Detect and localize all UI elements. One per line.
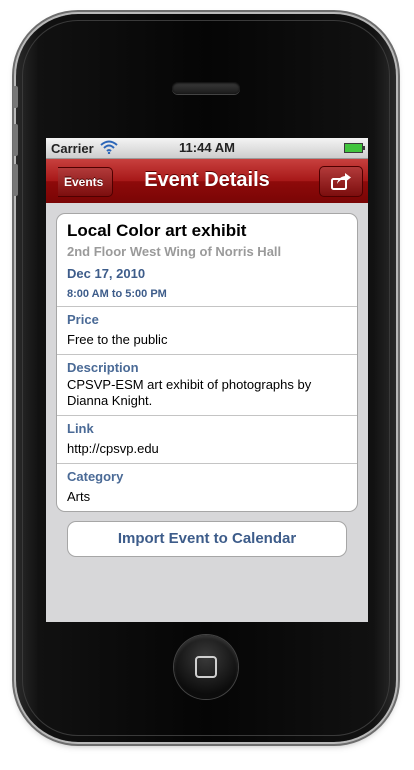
content-area: Local Color art exhibit 2nd Floor West W… <box>46 203 368 622</box>
event-header-cell: Local Color art exhibit 2nd Floor West W… <box>57 214 357 306</box>
battery-icon <box>344 143 365 153</box>
link-label: Link <box>67 421 94 436</box>
mute-switch <box>13 86 18 108</box>
import-event-button[interactable]: Import Event to Calendar <box>67 521 347 557</box>
status-bar: Carrier 11:44 AM <box>46 138 368 159</box>
price-label: Price <box>67 312 99 327</box>
link-value[interactable]: http://cpsvp.edu <box>67 441 347 457</box>
price-cell: Price Free to the public <box>57 306 357 354</box>
description-cell: Description CPSVP-ESM art exhibit of pho… <box>57 354 357 415</box>
earpiece-speaker <box>172 82 240 94</box>
share-button[interactable] <box>319 166 363 197</box>
home-button[interactable] <box>174 635 238 699</box>
price-value: Free to the public <box>67 332 168 347</box>
status-time: 11:44 AM <box>179 140 235 155</box>
description-value: CPSVP-ESM art exhibit of photographs by … <box>67 377 312 408</box>
event-title: Local Color art exhibit <box>67 221 247 240</box>
event-location: 2nd Floor West Wing of Norris Hall <box>67 244 282 259</box>
volume-up-button <box>13 124 18 156</box>
category-cell: Category Arts <box>57 463 357 511</box>
event-time: 8:00 AM to 5:00 PM <box>67 288 167 300</box>
share-icon <box>330 171 352 196</box>
screen: Carrier 11:44 AM Events Event Details Lo… <box>46 138 368 622</box>
volume-down-button <box>13 164 18 196</box>
description-label: Description <box>67 360 139 375</box>
home-button-icon <box>195 656 217 678</box>
event-date: Dec 17, 2010 <box>67 266 146 281</box>
event-details-group: Local Color art exhibit 2nd Floor West W… <box>56 213 358 512</box>
category-value: Arts <box>67 489 91 504</box>
category-label: Category <box>67 469 124 484</box>
link-cell[interactable]: Link http://cpsvp.edu <box>57 415 357 463</box>
navigation-bar: Events Event Details <box>46 159 368 204</box>
